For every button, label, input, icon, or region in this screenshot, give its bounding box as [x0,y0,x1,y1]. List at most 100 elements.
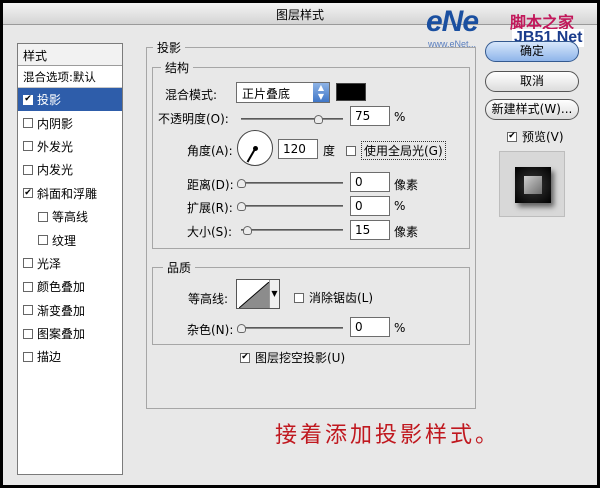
angle-label: 角度(A): [187,144,233,158]
blend-mode-label: 混合模式: [165,88,218,102]
angle-unit: 度 [323,144,336,158]
style-item-label: 光泽 [37,256,62,271]
style-item-checkbox[interactable] [38,235,48,246]
noise-slider[interactable] [237,322,343,334]
style-item-label: 纹理 [52,233,77,248]
knockout-label: 图层挖空投影(U) [255,351,346,365]
preview-thumbnail [515,167,551,203]
style-item[interactable]: 外发光 [18,135,122,158]
style-item-label: 图案叠加 [37,327,86,342]
angle-input[interactable]: 120 [278,139,318,159]
opacity-label: 不透明度(O): [158,112,229,126]
select-arrows-icon: ▲ ▼ [313,83,329,102]
size-slider[interactable] [241,224,343,236]
style-list: 样式 混合选项:默认 ✔ 投影内阴影外发光内发光 ✔ 斜面和浮雕等高线纹理光泽颜色叠加… [17,43,123,475]
style-preview [499,151,565,217]
knockout-box[interactable]: ✔ [240,352,250,363]
distance-slider[interactable] [237,177,343,189]
size-input[interactable]: 15 [350,220,390,240]
contour-curve-icon [239,282,269,308]
quality-title: 品质 [163,259,196,276]
knockout-checkbox[interactable]: ✔ 图层挖空投影(U) [240,349,345,366]
noise-input[interactable]: 0 [350,317,390,337]
structure-title: 结构 [161,59,194,76]
style-item-label: 渐变叠加 [37,303,86,318]
opacity-slider[interactable] [241,113,343,125]
global-light-label: 使用全局光(G) [361,141,446,160]
angle-dial[interactable] [237,130,273,166]
contour-label: 等高线: [188,292,229,306]
style-item-label: 外发光 [37,139,74,154]
style-item[interactable]: 光泽 [18,252,122,275]
style-item-label: 内阴影 [37,116,74,131]
style-item-label: 等高线 [52,210,89,225]
cancel-button[interactable]: 取消 [485,71,579,92]
noise-label: 杂色(N): [187,323,234,337]
distance-label: 距离(D): [187,178,234,192]
distance-slider-thumb[interactable] [237,179,246,188]
style-item-checkbox[interactable] [38,211,48,222]
ok-button[interactable]: 确定 [485,41,579,62]
contour-picker[interactable]: ▼ [236,279,280,309]
drop-shadow-title: 投影 [153,39,186,56]
style-item-checkbox[interactable] [23,351,33,362]
style-item[interactable]: ✔ 斜面和浮雕 [18,182,122,205]
antialias-box[interactable] [294,292,304,303]
style-item-checkbox[interactable] [23,164,33,175]
style-item-checkbox[interactable]: ✔ [23,188,33,199]
blend-options-item[interactable]: 混合选项:默认 [18,66,122,88]
style-item-label: 内发光 [37,163,74,178]
spread-label: 扩展(R): [187,201,233,215]
style-item-checkbox[interactable]: ✔ [23,94,33,105]
spread-input[interactable]: 0 [350,196,390,216]
style-item[interactable]: 渐变叠加 [18,299,122,322]
size-slider-thumb[interactable] [243,226,253,235]
style-item-checkbox[interactable] [23,328,33,339]
style-item-label: 描边 [37,350,62,365]
style-item-checkbox[interactable] [23,118,33,129]
style-item-label: 颜色叠加 [37,280,86,295]
layer-style-dialog: 图层样式 eNe 脚本之家 JB51.Net www.eNet... 样式 混合… [0,0,600,488]
size-unit: 像素 [394,225,419,239]
style-item-checkbox[interactable] [23,258,33,269]
global-light-checkbox[interactable]: 使用全局光(G) [346,141,446,160]
spread-slider[interactable] [237,200,343,212]
shadow-color-swatch[interactable] [336,83,366,101]
preview-checkbox[interactable]: ✔ 预览(V) [507,128,564,145]
spread-slider-thumb[interactable] [237,202,246,211]
spread-unit: % [394,199,406,213]
style-item[interactable]: 描边 [18,345,122,368]
style-item[interactable]: 颜色叠加 [18,275,122,298]
style-list-header[interactable]: 样式 [18,44,122,66]
distance-input[interactable]: 0 [350,172,390,192]
antialias-checkbox[interactable]: 消除锯齿(L) [294,289,373,306]
style-item-label: 斜面和浮雕 [37,186,98,201]
opacity-slider-thumb[interactable] [313,115,323,124]
style-item-checkbox[interactable] [23,281,33,292]
style-item[interactable]: 图案叠加 [18,322,122,345]
style-item[interactable]: 等高线 [18,205,122,228]
opacity-input[interactable]: 75 [350,106,390,126]
opacity-unit: % [394,110,406,124]
style-item[interactable]: 内阴影 [18,111,122,134]
style-item[interactable]: 纹理 [18,228,122,251]
preview-box[interactable]: ✔ [507,131,517,142]
new-style-button[interactable]: 新建样式(W)... [485,99,579,120]
blend-mode-select[interactable]: 正片叠底 ▲ ▼ [236,82,330,103]
distance-unit: 像素 [394,178,419,192]
style-item[interactable]: 内发光 [18,158,122,181]
size-label: 大小(S): [187,225,233,239]
contour-dropdown-icon[interactable]: ▼ [269,280,279,308]
blend-mode-value: 正片叠底 [242,87,291,101]
style-items: ✔ 投影内阴影外发光内发光 ✔ 斜面和浮雕等高线纹理光泽颜色叠加渐变叠加图案叠加描边 [18,88,122,369]
noise-unit: % [394,321,406,335]
style-item-label: 投影 [37,93,62,108]
style-item-checkbox[interactable] [23,305,33,316]
preview-label: 预览(V) [522,130,564,144]
global-light-box[interactable] [346,145,356,156]
tutorial-caption: 接着添加投影样式。 [275,423,501,448]
style-item[interactable]: ✔ 投影 [18,88,122,112]
style-item-checkbox[interactable] [23,141,33,152]
noise-slider-thumb[interactable] [237,324,246,333]
watermark-brand: eNe [426,5,479,38]
